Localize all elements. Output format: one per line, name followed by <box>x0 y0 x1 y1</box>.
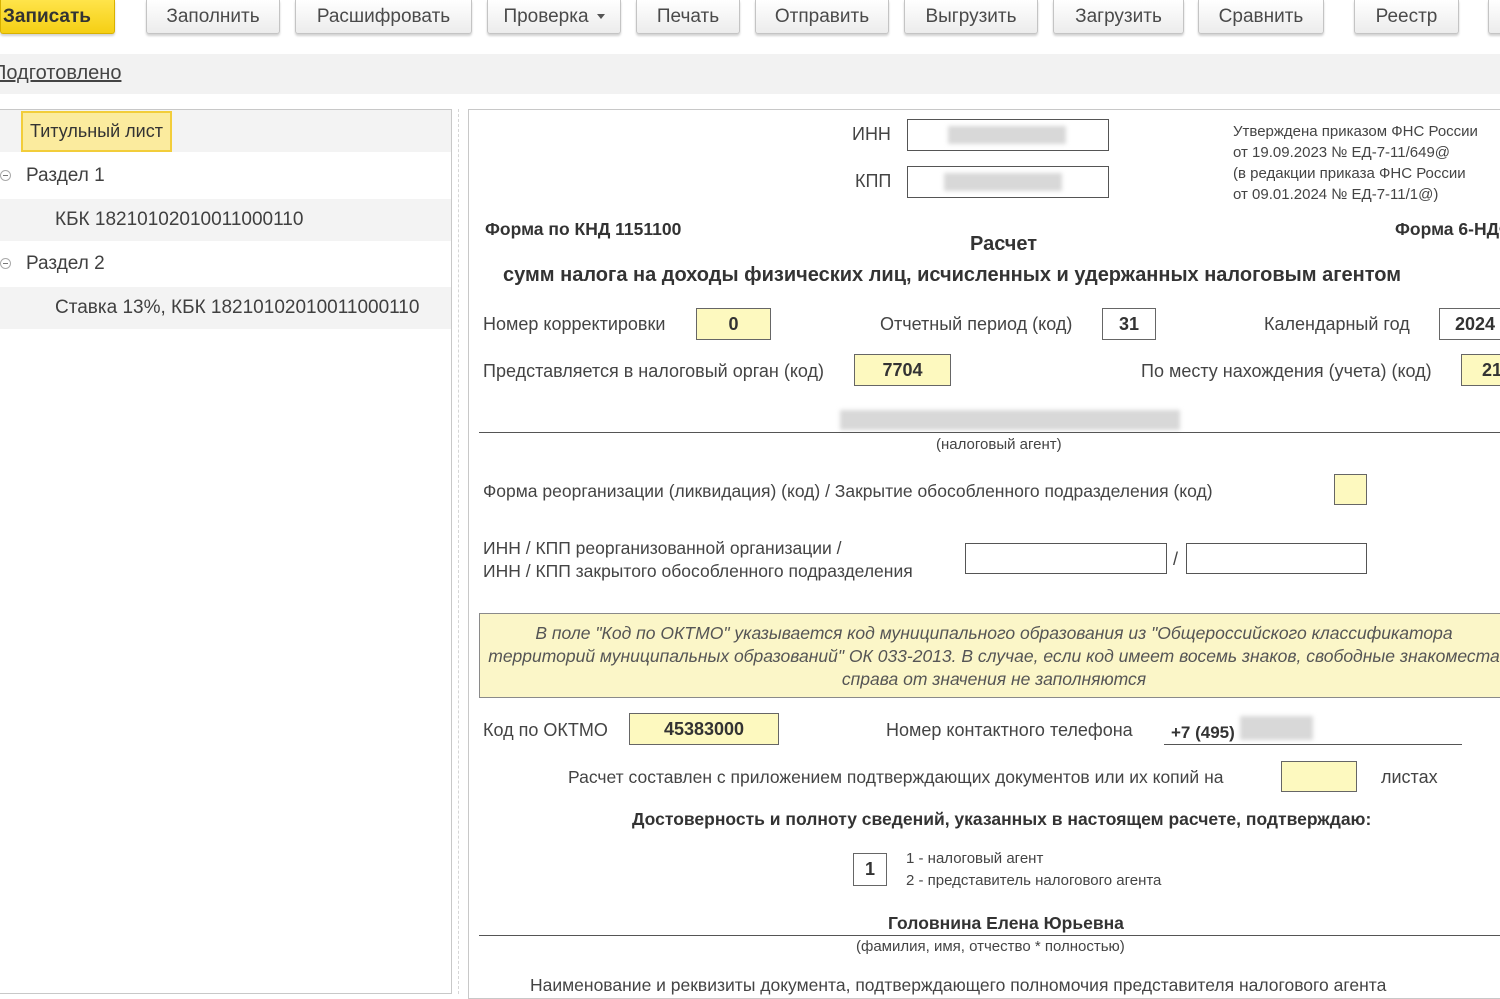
tree-item-rate-13[interactable]: Ставка 13%, КБК 18210102010011000110 <box>0 287 451 329</box>
collapse-icon[interactable] <box>0 170 11 181</box>
reorg-inn-field[interactable] <box>965 543 1167 574</box>
tax-office-field[interactable]: 7704 <box>854 354 951 386</box>
phone-field[interactable]: +7 (495) <box>1171 723 1235 743</box>
tree-item-label: КБК 18210102010011000110 <box>55 209 304 230</box>
collapse-icon[interactable] <box>0 258 11 269</box>
phone-label: Номер контактного телефона <box>886 720 1133 740</box>
signer-option-2: 2 - представитель налогового агента <box>906 872 1162 889</box>
sections-tree <box>0 109 452 994</box>
form-title: Расчет <box>970 233 1038 255</box>
correction-field[interactable]: 0 <box>696 308 771 340</box>
registry-button[interactable]: Реестр <box>1354 0 1459 34</box>
reorg-inn-label-2: ИНН / КПП закрытого обособленного подраз… <box>483 561 913 581</box>
more-button[interactable] <box>1488 0 1500 34</box>
knd-label: Форма по КНД 1151100 <box>485 219 682 239</box>
send-button[interactable]: Отправить <box>755 0 889 34</box>
tree-item-title-page[interactable]: Титульный лист <box>21 111 172 152</box>
location-field[interactable]: 214 <box>1461 354 1500 386</box>
inn-redacted <box>948 126 1066 144</box>
status-link[interactable]: Подготовлено <box>0 62 121 85</box>
signer-name-line <box>479 935 1500 936</box>
approved-line-2: от 19.09.2023 № ЕД-7-11/649@ <box>1233 144 1451 161</box>
authority-doc-label: Наименование и реквизиты документа, подт… <box>530 975 1387 995</box>
tax-office-label: Представляется в налоговый орган (код) <box>483 361 825 381</box>
attach-label: Расчет составлен с приложением подтвержд… <box>568 767 1224 787</box>
compare-button[interactable]: Сравнить <box>1198 0 1324 34</box>
kpp-label: КПП <box>855 171 892 191</box>
attach-suffix: листах <box>1381 767 1438 787</box>
print-button[interactable]: Печать <box>636 0 740 34</box>
signer-option-1: 1 - налоговый агент <box>906 850 1044 867</box>
check-dropdown-button[interactable]: Проверка <box>487 0 621 34</box>
inn-label: ИНН <box>852 124 891 144</box>
oktmo-field[interactable]: 45383000 <box>629 713 779 745</box>
reorg-slash: / <box>1173 549 1179 569</box>
panel-splitter[interactable] <box>458 109 459 994</box>
period-field[interactable]: 31 <box>1102 308 1156 340</box>
write-button[interactable]: Записать <box>0 0 115 34</box>
reorg-label: Форма реорганизации (ликвидация) (код) /… <box>483 481 1213 501</box>
kpp-redacted <box>944 173 1062 191</box>
tree-item-label: Раздел 2 <box>26 253 105 274</box>
signer-code-field[interactable]: 1 <box>853 853 887 886</box>
tree-item-kbk[interactable]: КБК 18210102010011000110 <box>0 199 451 241</box>
agent-caption: (налоговый агент) <box>936 436 1062 453</box>
phone-underline <box>1164 744 1462 745</box>
tree-item-section-2[interactable]: Раздел 2 <box>0 243 451 285</box>
confirm-label: Достоверность и полноту сведений, указан… <box>632 809 1372 829</box>
decode-button[interactable]: Расшифровать <box>295 0 472 34</box>
reorg-inn-label-1: ИНН / КПП реорганизованной организации / <box>483 538 842 558</box>
phone-redacted <box>1240 716 1313 740</box>
approved-line-4: от 09.01.2024 № ЕД-7-11/1@) <box>1233 186 1439 203</box>
export-button[interactable]: Выгрузить <box>904 0 1038 34</box>
tree-item-section-1[interactable]: Раздел 1 <box>0 155 451 197</box>
status-bar <box>0 54 1500 94</box>
attach-pages-field[interactable] <box>1281 761 1357 792</box>
check-button-label: Проверка <box>503 5 589 27</box>
reorg-code-field[interactable] <box>1334 474 1367 505</box>
reorg-kpp-field[interactable] <box>1186 543 1367 574</box>
kpp-field[interactable] <box>907 166 1109 198</box>
year-label: Календарный год <box>1264 314 1410 334</box>
form-subtitle: сумм налога на доходы физических лиц, ис… <box>503 264 1402 286</box>
tree-item-label: Раздел 1 <box>26 165 105 186</box>
inn-field[interactable] <box>907 119 1109 151</box>
fill-button[interactable]: Заполнить <box>146 0 280 34</box>
signer-caption: (фамилия, имя, отчество * полностью) <box>856 938 1125 955</box>
year-field[interactable]: 2024 <box>1439 308 1500 340</box>
tree-item-label: Ставка 13%, КБК 18210102010011000110 <box>55 297 420 318</box>
correction-label: Номер корректировки <box>483 314 666 334</box>
agent-name-line <box>479 432 1500 433</box>
oktmo-note: В поле "Код по ОКТМО" указывается код му… <box>479 613 1500 698</box>
approved-line-1: Утверждена приказом ФНС России <box>1233 123 1478 140</box>
form-name: Форма 6-НДФЛ <box>1395 219 1500 239</box>
period-label: Отчетный период (код) <box>880 314 1073 334</box>
oktmo-label: Код по ОКТМО <box>483 720 608 740</box>
approved-line-3: (в редакции приказа ФНС России <box>1233 165 1466 182</box>
signer-name[interactable]: Головнина Елена Юрьевна <box>888 913 1124 934</box>
chevron-down-icon <box>596 14 605 19</box>
agent-name-redacted <box>840 410 1180 430</box>
location-label: По месту нахождения (учета) (код) <box>1141 361 1432 381</box>
import-button[interactable]: Загрузить <box>1053 0 1184 34</box>
